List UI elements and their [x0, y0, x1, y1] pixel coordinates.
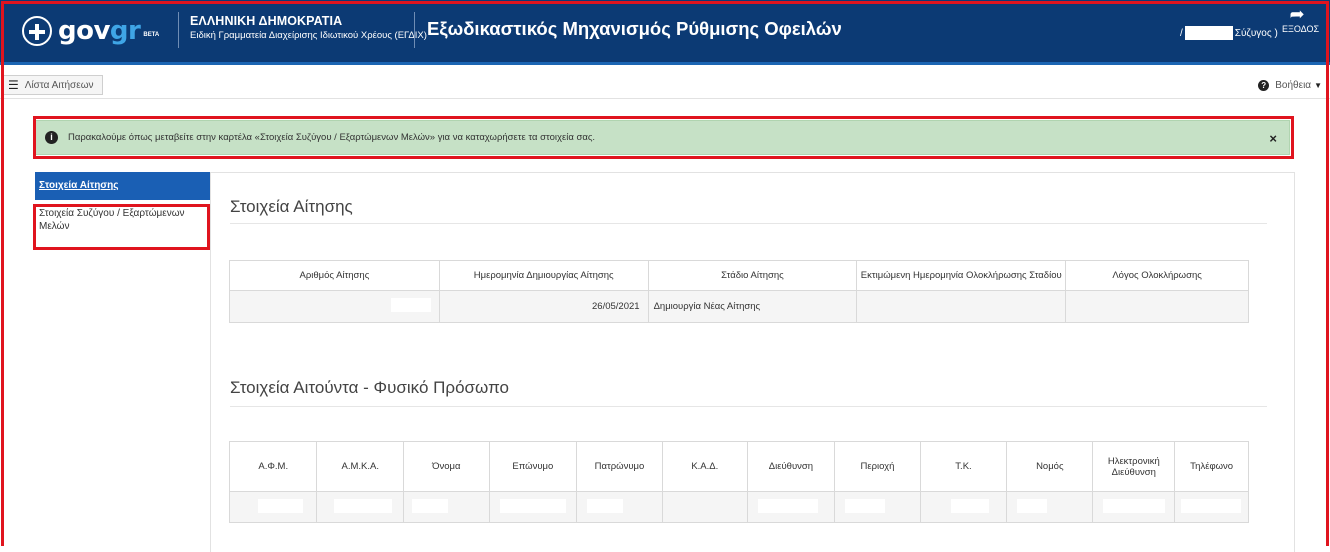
amka-cell	[316, 491, 405, 523]
info-alert: i Παρακαλούμε όπως μεταβείτε στην καρτέλ…	[35, 120, 1290, 155]
completion-reason-cell	[1065, 290, 1249, 323]
column-header: Ημερομηνία Δημιουργίας Αίτησης	[438, 260, 649, 291]
column-header: Α.Φ.Μ.	[228, 441, 318, 492]
redacted-value	[1017, 498, 1048, 513]
user-prefix: /	[1180, 27, 1183, 39]
help-icon: ?	[1258, 80, 1270, 91]
kad-cell	[661, 491, 748, 523]
table-header-row: Αριθμός Αίτησης Ημερομηνία Δημιουργίας Α…	[229, 260, 1249, 291]
column-header: Κ.Α.Δ.	[661, 441, 748, 492]
greek-emblem-icon	[22, 16, 52, 46]
top-header: govgr BETA ΕΛΛΗΝΙΚΗ ΔΗΜΟΚΡΑΤΙΑ Ειδική Γρ…	[0, 0, 1330, 65]
area-cell	[834, 491, 921, 523]
first-name-cell	[403, 491, 490, 523]
main-content: Στοιχεία Αίτησης Αριθμός Αίτησης Ημερομη…	[210, 172, 1295, 552]
fathers-name-cell	[576, 491, 663, 523]
column-header: Τ.Κ.	[919, 441, 1008, 492]
table-header-row: Α.Φ.Μ. Α.Μ.Κ.Α. Όνομα Επώνυμο Πατρώνυμο …	[228, 441, 1249, 492]
estimated-date-cell	[856, 290, 1067, 323]
application-list-button[interactable]: ☰ Λίστα Αιτήσεων	[3, 75, 103, 95]
redacted-value	[587, 498, 624, 513]
column-header: Πατρώνυμο	[576, 441, 663, 492]
application-list-label: Λίστα Αιτήσεων	[24, 79, 94, 91]
redacted-value	[845, 498, 886, 513]
column-header: Λόγος Ολοκλήρωσης	[1065, 260, 1249, 291]
user-info: / Σύζυγος )	[1180, 26, 1278, 40]
beta-badge: BETA	[143, 32, 160, 38]
column-header: Ηλεκτρονική Διεύθυνση	[1092, 441, 1176, 492]
toolbar: ☰ Λίστα Αιτήσεων ? Βοήθεια ▼	[0, 71, 1330, 99]
redacted-value	[499, 498, 566, 513]
sidebar-item-label: Στοιχεία Συζύγου / Εξαρτώμενων Μελών	[39, 208, 185, 232]
redacted-username	[1184, 26, 1233, 40]
phone-cell	[1174, 491, 1249, 523]
close-icon[interactable]: ×	[1269, 131, 1277, 146]
sidebar: Στοιχεία Αίτησης Στοιχεία Συζύγου / Εξαρ…	[35, 172, 210, 244]
help-label: Βοήθεια	[1275, 80, 1312, 91]
republic-block: ΕΛΛΗΝΙΚΗ ΔΗΜΟΚΡΑΤΙΑ Ειδική Γραμματεία Δι…	[190, 14, 427, 41]
header-divider	[178, 12, 179, 48]
application-section-title: Στοιχεία Αίτησης	[230, 197, 353, 216]
postal-code-cell	[919, 491, 1008, 523]
logo-gr-text: gr	[109, 16, 141, 46]
sidebar-item-label: Στοιχεία Αίτησης	[39, 180, 119, 191]
redacted-value	[390, 298, 431, 312]
republic-subtitle: Ειδική Γραμματεία Διαχείρισης Ιδιωτικού …	[190, 30, 427, 41]
section-divider	[230, 406, 1267, 407]
app-title: Εξωδικαστικός Μηχανισμός Ρύθμισης Οφειλώ…	[427, 18, 842, 39]
email-cell	[1092, 491, 1176, 523]
header-accent-bar	[0, 62, 1330, 65]
column-header: Α.Μ.Κ.Α.	[316, 441, 405, 492]
info-icon: i	[45, 131, 58, 144]
alert-message: Παρακαλούμε όπως μεταβείτε στην καρτέλα …	[68, 132, 596, 143]
column-header: Περιοχή	[834, 441, 921, 492]
govgr-logo[interactable]: govgr BETA	[22, 16, 159, 46]
logout-label: ΕΞΟΔΟΣ	[1282, 24, 1320, 34]
menu-icon: ☰	[8, 78, 19, 92]
applicant-table: Α.Φ.Μ. Α.Μ.Κ.Α. Όνομα Επώνυμο Πατρώνυμο …	[228, 441, 1249, 523]
republic-title: ΕΛΛΗΝΙΚΗ ΔΗΜΟΚΡΑΤΙΑ	[190, 14, 343, 28]
application-table: Αριθμός Αίτησης Ημερομηνία Δημιουργίας Α…	[229, 260, 1249, 323]
column-header: Τηλέφωνο	[1174, 441, 1249, 492]
applicant-section-title: Στοιχεία Αιτούντα - Φυσικό Πρόσωπο	[230, 378, 510, 397]
redacted-value	[412, 498, 449, 513]
header-divider	[414, 12, 415, 48]
stage-cell: Δημιουργία Νέας Αίτησης	[647, 290, 858, 323]
logo-gov-text: gov	[58, 16, 110, 46]
user-role: Σύζυγος )	[1234, 27, 1278, 39]
prefecture-cell	[1006, 491, 1094, 523]
section-divider	[230, 223, 1267, 224]
help-dropdown[interactable]: ? Βοήθεια ▼	[1258, 80, 1322, 91]
logout-icon: ➦	[1289, 4, 1305, 24]
caret-down-icon: ▼	[1314, 81, 1322, 90]
redacted-value	[757, 498, 818, 513]
column-header: Όνομα	[403, 441, 490, 492]
afm-cell	[228, 491, 318, 523]
sidebar-item-spouse-dependents[interactable]: Στοιχεία Συζύγου / Εξαρτώμενων Μελών	[35, 200, 210, 244]
address-cell	[746, 491, 836, 523]
redacted-value	[950, 498, 989, 513]
column-header: Στάδιο Αίτησης	[647, 260, 858, 291]
created-date-cell: 26/05/2021	[438, 290, 649, 323]
last-name-cell	[488, 491, 578, 523]
sidebar-item-application[interactable]: Στοιχεία Αίτησης	[35, 172, 210, 200]
table-row[interactable]	[228, 491, 1249, 523]
column-header: Νομός	[1006, 441, 1094, 492]
column-header: Επώνυμο	[488, 441, 578, 492]
redacted-value	[334, 498, 393, 513]
table-row[interactable]: 26/05/2021 Δημιουργία Νέας Αίτησης	[229, 290, 1249, 323]
redacted-value	[258, 498, 303, 513]
application-number-cell	[229, 290, 440, 323]
column-header: Διεύθυνση	[746, 441, 836, 492]
column-header: Αριθμός Αίτησης	[229, 260, 440, 291]
logout-button[interactable]: ➦ ΕΞΟΔΟΣ	[1282, 4, 1320, 34]
column-header: Εκτιμώμενη Ημερομηνία Ολοκλήρωσης Σταδίο…	[856, 260, 1067, 291]
redacted-value	[1103, 498, 1166, 513]
redacted-value	[1181, 498, 1242, 513]
